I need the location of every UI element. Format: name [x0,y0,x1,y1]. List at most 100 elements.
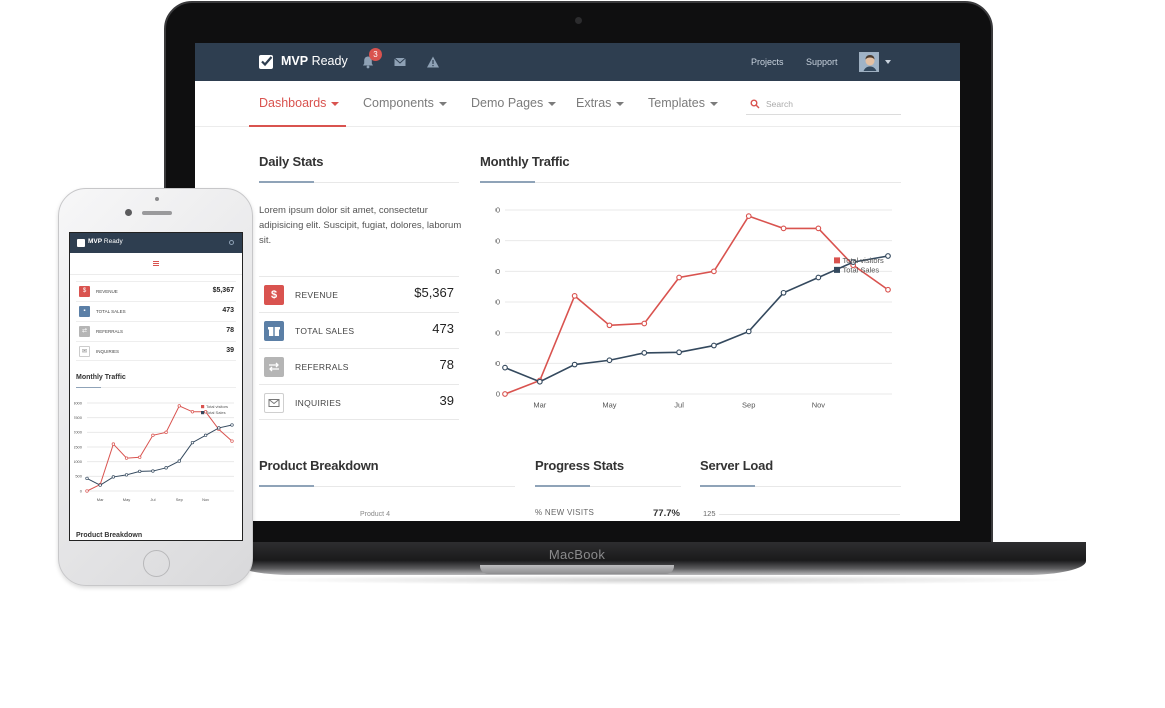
phone-brand[interactable]: MVP Ready [88,238,123,245]
stat-value: 39 [439,393,454,408]
data-point [217,426,221,430]
logo-check-icon[interactable] [259,55,273,69]
nav-extras[interactable]: Extras [576,96,625,110]
x-tick-label: Sep [176,497,184,502]
avatar[interactable] [859,52,879,72]
phone-logo-check-icon[interactable] [77,239,85,247]
stat-row-inquiries: INQUIRIES 39 [259,384,459,420]
search-input[interactable] [766,97,896,111]
caret-down-icon [709,101,718,106]
phone-stat-total-sales: ▪ TOTAL SALES 473 [76,301,236,321]
avatar-caret-icon[interactable] [885,60,891,64]
gift-icon [264,321,284,341]
nav-demo-pages[interactable]: Demo Pages [471,96,557,110]
x-tick-label: Mar [533,401,546,410]
x-tick-label: May [602,401,616,410]
product-breakdown-title: Product Breakdown [259,458,379,473]
search-icon [750,99,760,109]
top-bar: MVP Ready 3 Projects Support [195,43,960,81]
data-point [815,274,822,281]
server-load-rule [700,485,901,487]
main-nav: Dashboards Components Demo Pages Extras … [195,81,960,127]
y-tick-label: 500 [75,474,82,479]
gift-icon: ▪ [79,306,90,317]
y-tick-label: 3000 [74,400,83,405]
stat-label: REVENUE [295,290,339,300]
data-point [151,469,155,473]
data-point [190,410,195,414]
y-tick-label: 0 [496,390,500,399]
nav-components-label: Components [363,96,434,110]
y-tick-label: 0 [80,488,83,493]
server-load-title: Server Load [700,458,773,473]
brand-name[interactable]: MVP Ready [281,54,348,68]
dollar-icon: $ [79,286,90,297]
data-point [641,320,648,327]
data-point [606,357,613,364]
phone-monthly-traffic-title: Monthly Traffic [76,374,126,381]
data-point [745,328,752,335]
data-point [676,349,682,356]
notification-badge: 3 [369,48,382,61]
x-tick-label: Jul [674,401,684,410]
support-link[interactable]: Support [806,57,838,67]
phone-stat-value: 39 [226,347,234,354]
data-point [138,455,142,459]
stat-row-revenue: $ REVENUE $5,367 [259,276,459,312]
daily-stats-rule [259,181,459,183]
data-point [745,213,752,219]
hamburger-menu-icon[interactable] [153,261,159,266]
nav-dashboards[interactable]: Dashboards [259,96,340,110]
laptop-notch [480,565,674,574]
x-tick-label: Nov [812,401,826,410]
y-tick-label: 1000 [495,328,500,337]
phone-camera [125,209,132,216]
gear-icon[interactable] [229,240,234,245]
phone-stat-label: REVENUE [96,289,118,294]
phone-monthly-traffic-chart: 0 500 1000 1500 2000 2500 3000 Mar May Jul Sep Nov T… [74,400,234,502]
data-point [885,253,891,259]
data-point [230,423,234,427]
data-point [124,456,129,460]
y-tick-label: 2000 [74,430,83,435]
data-point [177,404,181,408]
phone-brand-strong: MVP [88,238,103,245]
progress-label: % NEW VISITS [535,508,595,517]
progress-stats-title: Progress Stats [535,458,624,473]
nav-dashboards-label: Dashboards [259,96,327,110]
data-point [111,475,116,479]
data-point [676,274,682,281]
data-point [151,433,155,437]
legend-label: Total visitors [206,404,228,409]
legend-swatch [201,411,205,415]
caret-down-icon [616,101,625,106]
monthly-traffic-rule [480,181,901,183]
data-point [111,442,116,446]
laptop-camera [575,17,582,24]
nav-extras-label: Extras [576,96,612,110]
projects-link[interactable]: Projects [751,57,784,67]
envelope-icon: ✉ [79,346,90,357]
phone-home-button[interactable] [143,550,170,577]
search-box[interactable] [746,95,901,115]
data-point [571,361,578,368]
phone-stat-inquiries: ✉ INQUIRIES 39 [76,341,236,361]
data-point [98,483,102,487]
phone-product-breakdown-title: Product Breakdown [76,532,143,539]
series-line-0 [86,405,233,492]
envelope-icon[interactable] [393,55,407,69]
warning-icon[interactable] [426,55,440,69]
phone-stat-value: 78 [226,327,234,334]
legend-swatch [834,266,840,273]
laptop-screen: MVP Ready 3 Projects Support Dashboards … [195,43,960,521]
progress-stats-rule [535,485,681,487]
envelope-icon [264,393,284,413]
phone-divider [70,274,242,275]
phone-stat-value: 473 [222,307,234,314]
nav-components[interactable]: Components [363,96,447,110]
nav-templates[interactable]: Templates [648,96,718,110]
x-tick-label: Jul [150,497,155,502]
x-tick-label: May [123,497,131,502]
phone-speaker [142,211,172,215]
data-point [85,476,89,481]
